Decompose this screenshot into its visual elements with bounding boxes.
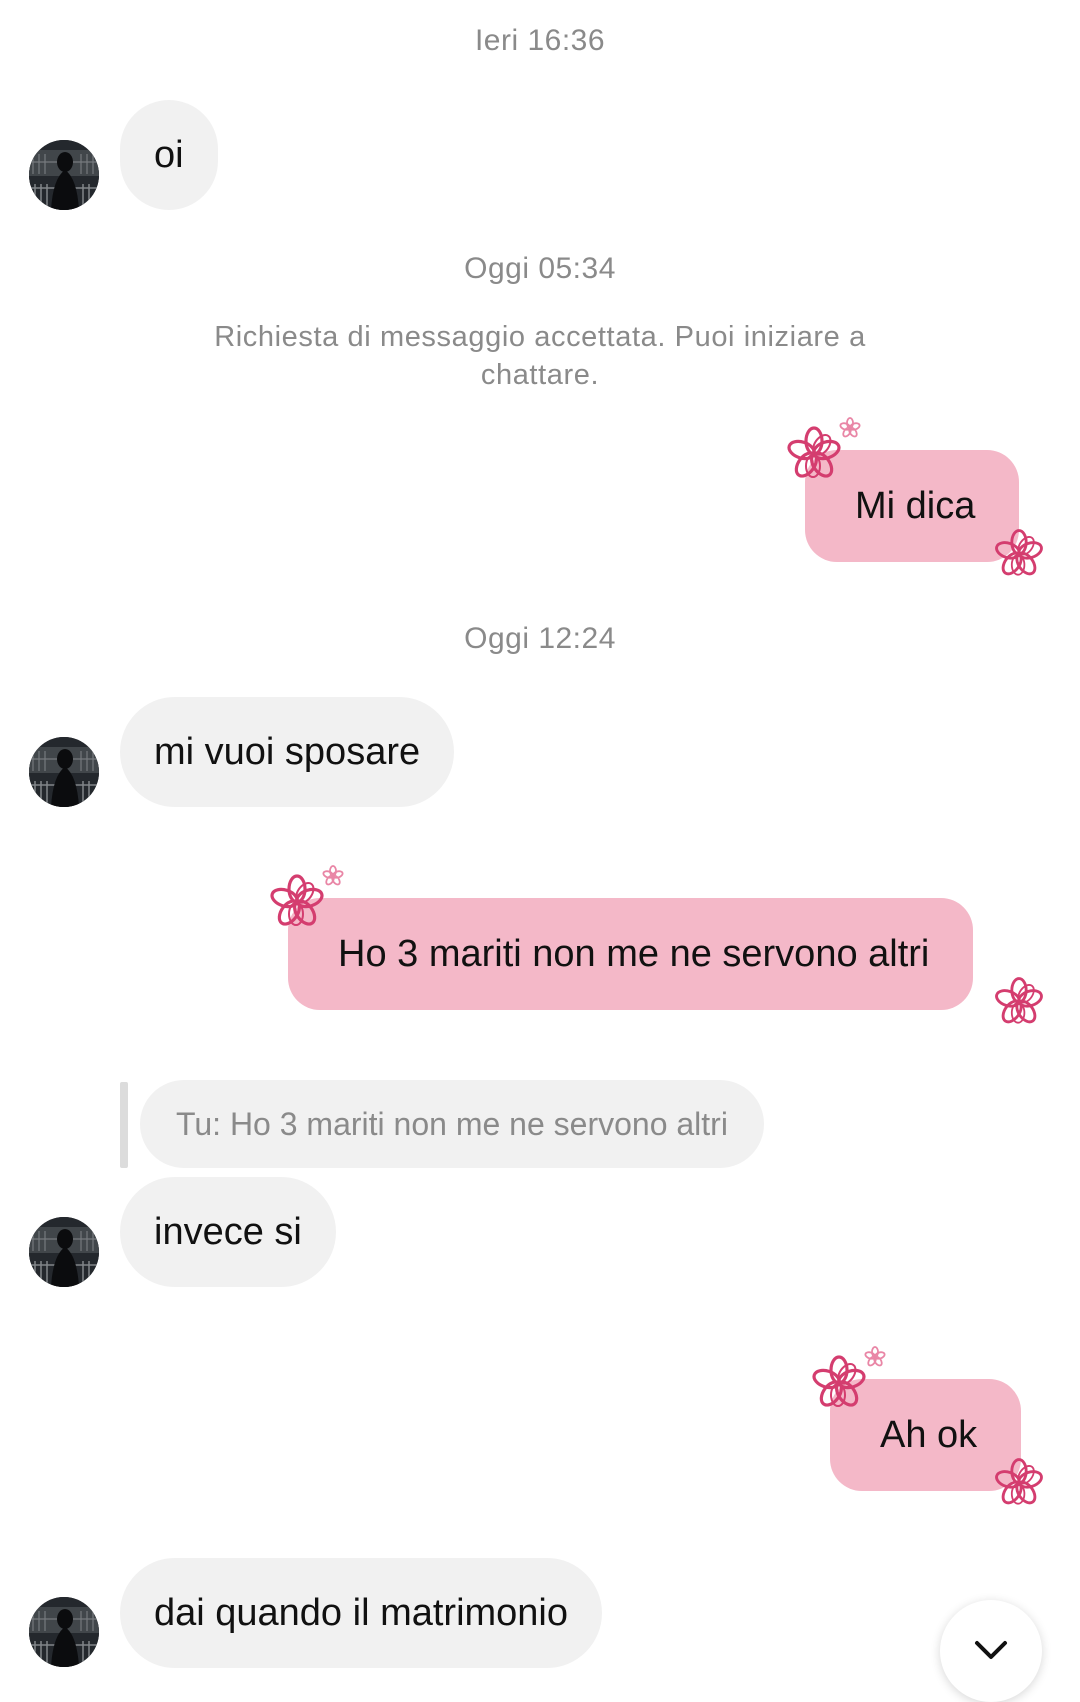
- avatar[interactable]: [29, 140, 99, 210]
- incoming-message[interactable]: mi vuoi sposare: [120, 697, 455, 807]
- avatar-image: [29, 737, 99, 807]
- scroll-to-bottom-button[interactable]: [940, 1600, 1042, 1702]
- flower-icon: [810, 1346, 887, 1411]
- flower-icon: [268, 865, 345, 930]
- avatar[interactable]: [29, 737, 99, 807]
- flower-icon: [993, 529, 1045, 579]
- avatar-image: [29, 140, 99, 210]
- request-accepted-notice: Richiesta di messaggio accettata. Puoi i…: [214, 321, 866, 391]
- flower-icon: [993, 977, 1045, 1027]
- timestamp: Ieri 16:36: [474, 24, 606, 57]
- reply-quote[interactable]: Tu: Ho 3 mariti non me ne servono altri: [140, 1080, 764, 1168]
- avatar-image: [29, 1217, 99, 1287]
- avatar-image: [29, 1597, 99, 1667]
- chevron-down-icon: [975, 1641, 1007, 1659]
- incoming-message[interactable]: dai quando il matrimonio: [120, 1558, 603, 1668]
- timestamp: Oggi 12:24: [464, 622, 616, 655]
- outgoing-message[interactable]: Ho 3 mariti non me ne servono altri: [288, 898, 974, 1010]
- flower-icon: [993, 1458, 1045, 1508]
- incoming-message[interactable]: invece si: [120, 1177, 336, 1287]
- reply-indicator-bar: [120, 1082, 128, 1168]
- avatar[interactable]: [29, 1217, 99, 1287]
- avatar[interactable]: [29, 1597, 99, 1667]
- timestamp: Oggi 05:34: [464, 252, 616, 285]
- incoming-message[interactable]: oi: [120, 100, 218, 210]
- flower-icon: [785, 417, 862, 482]
